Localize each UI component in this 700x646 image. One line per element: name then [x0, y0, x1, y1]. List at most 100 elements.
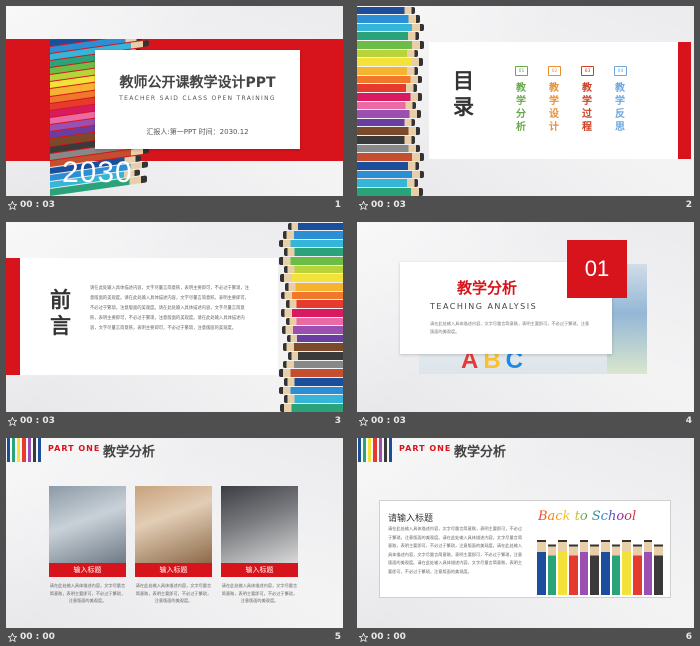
slide-time: 00 : 03: [20, 416, 55, 426]
section-subtitle: TEACHING ANALYSIS: [430, 302, 538, 311]
box-text: 请在此处输入具体描述内容，文字尽量言简意赅，表明主要即可，不必过于繁琐，注意版面…: [388, 526, 523, 574]
header-pencils: [6, 438, 42, 462]
toc-item-label: 教学设计: [549, 83, 559, 133]
slide-canvas: 目录 01 教学分析 02 教学设计 03 教学过程 04 教学反思: [357, 6, 694, 196]
slide-time: 00 : 03: [371, 200, 406, 210]
slide-number: 3: [334, 416, 341, 426]
pencil: [279, 403, 343, 412]
card-text: 请在此处输入具体描述内容，文字尽量言简意赅，表明主要即可，不必过于繁琐，注意版面…: [135, 583, 212, 603]
pencil: [363, 438, 367, 462]
pencil: [569, 540, 578, 595]
content-card[interactable]: 输入标题请在此处输入具体描述内容，文字尽量言简意赅，表明主要即可，不必过于繁琐，…: [135, 486, 212, 605]
pencil: [12, 438, 16, 462]
slide-time: 00 : 00: [20, 632, 55, 642]
pencil: [357, 58, 423, 66]
card-label: 输入标题: [135, 563, 212, 577]
pencil: [27, 438, 31, 462]
slide-number: 5: [334, 632, 341, 642]
pencil-column: [278, 222, 343, 412]
content-card[interactable]: 输入标题 请在此处输入具体描述内容，文字尽量言简意赅，表明主要即可，不必过于繁琐，…: [221, 486, 298, 605]
card-text: 请在此处输入具体描述内容，文字尽量言简意赅，表明主要即可，不必过于繁琐，注意版面…: [221, 583, 298, 603]
pencil: [357, 110, 421, 118]
pencil: [357, 23, 425, 32]
pencil: [357, 136, 415, 144]
star-icon: [8, 416, 17, 426]
pencil: [279, 257, 343, 265]
pencil: [357, 92, 422, 101]
slide-canvas: ABC 教学分析 TEACHING ANALYSIS 请在此处输入具体描述内容，…: [357, 222, 694, 412]
school-photo: Back to School: [532, 505, 668, 595]
header-pencils: [357, 438, 393, 462]
slide-canvas: 前言 请在此处输入具体描述内容，文字尽量言简意赅，表明主要即可，不必过于繁琐，注…: [6, 222, 343, 412]
pencil: [357, 162, 419, 170]
pencil: [357, 66, 418, 75]
star-icon: [359, 416, 368, 426]
slide-thumb-1[interactable]: 2030 教师公开课教学设计PPT TEACHER SAID CLASS OPE…: [6, 6, 343, 215]
pencil: [357, 170, 424, 179]
pencil-row: [536, 535, 664, 595]
card-photo: [135, 486, 212, 563]
box-title: 请输入标题: [388, 514, 434, 524]
slide-number: 6: [685, 632, 692, 642]
pencil: [357, 15, 420, 23]
pencil: [284, 395, 343, 403]
toc-item-number: 03: [581, 66, 594, 76]
slide-canvas: PART ONE 教学分析 输入标题 请在此处输入具体描述内容，文字尽量言简意赅，…: [6, 438, 343, 628]
meta-line: 汇报人:第一PPT 时间：2030.12: [146, 128, 249, 136]
pencil: [279, 386, 343, 395]
pencil: [283, 360, 343, 369]
slide-thumb-6[interactable]: PART ONE 教学分析 请输入标题 请在此处输入具体描述内容，文字尽量言简意…: [357, 438, 694, 646]
preface-heading: 前言: [50, 288, 71, 338]
pencil: [611, 540, 621, 595]
pencil: [283, 231, 343, 239]
pencil: [357, 6, 415, 15]
pencil: [22, 438, 26, 462]
section-text: 请在此处输入具体描述内容，文字尽量言简意赅，表明主要即可，不必过于繁琐，注意版面…: [430, 321, 590, 334]
pencil: [590, 540, 600, 595]
red-tab: [678, 42, 691, 159]
toc-item-label: 教学反思: [615, 83, 625, 133]
pencil-column: [357, 6, 425, 196]
slide-subtitle: TEACHER SAID CLASS OPEN TRAINING: [119, 95, 276, 102]
pencil: [373, 438, 377, 462]
toc-item[interactable]: 02 教学设计: [545, 66, 564, 134]
pencil: [283, 248, 343, 257]
pencil: [643, 535, 653, 595]
star-icon: [359, 200, 368, 210]
toc-item[interactable]: 04 教学反思: [611, 66, 630, 134]
slide-title: 教师公开课教学设计PPT: [119, 75, 276, 91]
title-card: 教师公开课教学设计PPT TEACHER SAID CLASS OPEN TRA…: [95, 50, 300, 149]
pencil: [285, 282, 343, 291]
toc-item-number: 02: [548, 66, 561, 76]
toc-item-number: 01: [515, 66, 528, 76]
pencil: [282, 343, 343, 352]
pencil: [358, 438, 362, 462]
pencil: [280, 291, 343, 300]
pencil: [32, 438, 36, 462]
slide-status-bar: 00 : 03 2: [357, 196, 694, 215]
pencil: [17, 438, 21, 462]
slide-number: 1: [334, 200, 341, 210]
card-photo: [221, 486, 298, 563]
pencil: [537, 535, 546, 595]
slide-status-bar: 00 : 03 4: [357, 412, 694, 431]
toc-item[interactable]: 03 教学过程: [578, 66, 597, 134]
pencil: [285, 300, 343, 308]
pencil: [278, 369, 343, 378]
slide-thumb-3[interactable]: 前言 请在此处输入具体描述内容，文字尽量言简意赅，表明主要即可，不必过于繁琐，注…: [6, 222, 343, 431]
toc-item[interactable]: 01 教学分析: [512, 66, 531, 134]
slide-thumb-2[interactable]: 目录 01 教学分析 02 教学设计 03 教学过程 04 教学反思 00 : 03 2: [357, 6, 694, 215]
card-text: 请在此处输入具体描述内容，文字尽量言简意赅，表明主要即可，不必过于繁琐，注意版面…: [49, 583, 126, 603]
card-row: 输入标题 请在此处输入具体描述内容，文字尽量言简意赅，表明主要即可，不必过于繁琐，…: [49, 486, 298, 605]
slide-time: 00 : 03: [20, 200, 55, 210]
pencil: [286, 317, 343, 326]
red-tab: [6, 258, 20, 375]
content-card[interactable]: 输入标题 请在此处输入具体描述内容，文字尽量言简意赅，表明主要即可，不必过于繁琐，…: [49, 486, 126, 605]
part-label: PART ONE: [399, 444, 452, 453]
pencil: [287, 222, 343, 231]
toc-heading: 目录: [453, 69, 474, 119]
pencil: [281, 326, 343, 334]
slide-thumb-4[interactable]: ABC 教学分析 TEACHING ANALYSIS 请在此处输入具体描述内容，…: [357, 222, 694, 431]
pencil: [357, 49, 419, 58]
slide-thumb-5[interactable]: PART ONE 教学分析 输入标题 请在此处输入具体描述内容，文字尽量言简意赅，…: [6, 438, 343, 646]
